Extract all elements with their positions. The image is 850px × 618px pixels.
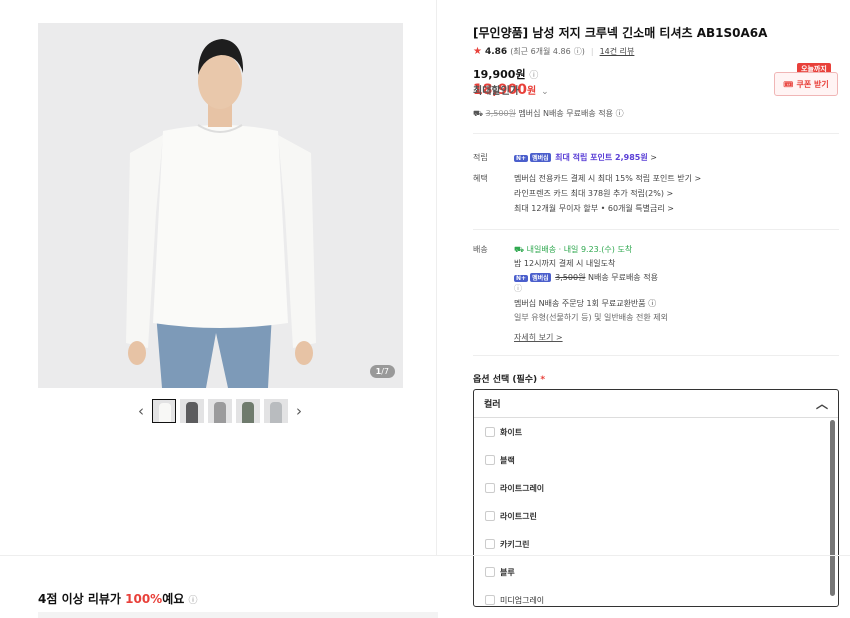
- review-count-link[interactable]: 14건 리뷰: [600, 46, 635, 57]
- rating-row: ★ 4.86 (최근 6개월 4.86 ⓘ) | 14건 리뷰: [473, 46, 634, 57]
- scrollbar[interactable]: [830, 420, 835, 596]
- color-dropdown[interactable]: 컬러 ︿ 화이트 블랙 라이트그레이 라이트그린 카키그린 블루 미디엄그레이: [473, 389, 839, 607]
- option-item[interactable]: 블루: [474, 558, 838, 586]
- sale-price[interactable]: 18,900원 최대할인가 ⌄: [473, 82, 549, 98]
- thumbnail[interactable]: [264, 399, 288, 423]
- rating-recent: (최근 6개월 4.86: [510, 47, 571, 56]
- info-icon[interactable]: ⓘ: [616, 109, 624, 118]
- product-main-image[interactable]: 1/7: [38, 23, 403, 388]
- thumbnail[interactable]: [152, 399, 176, 423]
- delivery-fee: N+ 멤버십 3,500원 N배송 무료배송 적용: [514, 273, 658, 282]
- option-item[interactable]: 미디엄그레이: [474, 586, 838, 606]
- checkbox-icon: [485, 455, 495, 465]
- benefit-item[interactable]: 최대 12개월 무이자 할부 • 60개월 특별금리 >: [514, 203, 674, 214]
- shipping-line: ⛟ 3,500원 멤버십 N배송 무료배송 적용 ⓘ: [473, 109, 624, 118]
- checkbox-icon: [485, 595, 495, 605]
- delivery-exchange: 멤버십 N배송 주문당 1회 무료교환반품 ⓘ: [514, 299, 657, 308]
- option-item[interactable]: 라이트그레이: [474, 474, 838, 502]
- section-divider: [0, 555, 850, 556]
- option-item[interactable]: 카키그린: [474, 530, 838, 558]
- checkbox-icon: [485, 567, 495, 577]
- option-item[interactable]: 블랙: [474, 446, 838, 474]
- chevron-up-icon[interactable]: ︿: [816, 395, 828, 412]
- info-icon[interactable]: ⓘ): [574, 46, 585, 57]
- chevron-down-icon: ⌄: [541, 87, 549, 97]
- coupon-button[interactable]: 🎟 쿠폰 받기: [774, 72, 838, 96]
- option-item[interactable]: 화이트: [474, 418, 838, 446]
- details-link[interactable]: 자세히 보기 >: [514, 332, 563, 343]
- rating-score: 4.86: [484, 46, 508, 57]
- divider: [473, 133, 839, 134]
- truck-icon: ⛟: [514, 245, 525, 254]
- benefit-label: 혜택: [473, 174, 488, 183]
- divider: [473, 355, 839, 356]
- thumbnail[interactable]: [180, 399, 204, 423]
- info-icon[interactable]: ⓘ: [529, 71, 538, 81]
- model-photo: [38, 23, 403, 388]
- chevron-right-icon[interactable]: ›: [292, 398, 306, 424]
- accrual-label: 적립: [473, 153, 488, 162]
- review-summary-heading: 4점 이상 리뷰가 100%예요 ⓘ: [38, 592, 198, 606]
- checkbox-icon: [485, 427, 495, 437]
- checkbox-icon: [485, 483, 495, 493]
- divider: |: [590, 47, 594, 56]
- checkbox-icon: [485, 511, 495, 521]
- review-strip: [38, 612, 438, 618]
- checkbox-icon: [485, 539, 495, 549]
- product-gallery: 1/7 ‹ ›: [0, 0, 437, 555]
- delivery-deadline: 밤 12시까지 결제 시 내일도착: [514, 259, 616, 268]
- dropdown-header[interactable]: 컬러 ︿: [474, 390, 838, 418]
- accrual-points-link[interactable]: N+ 멤버십 최대 적립 포인트 2,985원 >: [514, 152, 657, 163]
- option-title: 옵션 선택 (필수) *: [473, 375, 546, 385]
- thumbnail[interactable]: [236, 399, 260, 423]
- delivery-label: 배송: [473, 245, 488, 254]
- benefit-item[interactable]: 라인프렌즈 카드 최대 378원 추가 적립(2%) >: [514, 188, 673, 199]
- divider: [473, 229, 839, 230]
- delivery-tomorrow: ⛟ 내일배송 · 내일 9.23.(수) 도착: [514, 245, 633, 254]
- option-item[interactable]: 라이트그린: [474, 502, 838, 530]
- ticket-icon: 🎟: [783, 79, 794, 89]
- thumbnail[interactable]: [208, 399, 232, 423]
- star-icon: ★: [473, 46, 482, 57]
- chevron-left-icon[interactable]: ‹: [134, 398, 148, 424]
- truck-icon: ⛟: [473, 109, 484, 118]
- info-icon[interactable]: ⓘ: [648, 299, 656, 308]
- thumbnail-strip: ‹ ›: [134, 398, 306, 424]
- info-icon[interactable]: ⓘ: [188, 596, 197, 606]
- delivery-exclude: 일부 유형(선물하기 등) 및 일반배송 전환 제외: [514, 313, 668, 322]
- benefit-item[interactable]: 멤버십 전용카드 결제 시 최대 15% 적립 포인트 받기 >: [514, 173, 701, 184]
- original-price: 19,900원 ⓘ: [473, 68, 539, 81]
- image-counter: 1/7: [369, 365, 395, 378]
- product-title: [무인양품] 남성 저지 크루넥 긴소매 티셔츠 AB1S0A6A: [473, 26, 768, 40]
- info-icon[interactable]: ⓘ: [514, 283, 522, 294]
